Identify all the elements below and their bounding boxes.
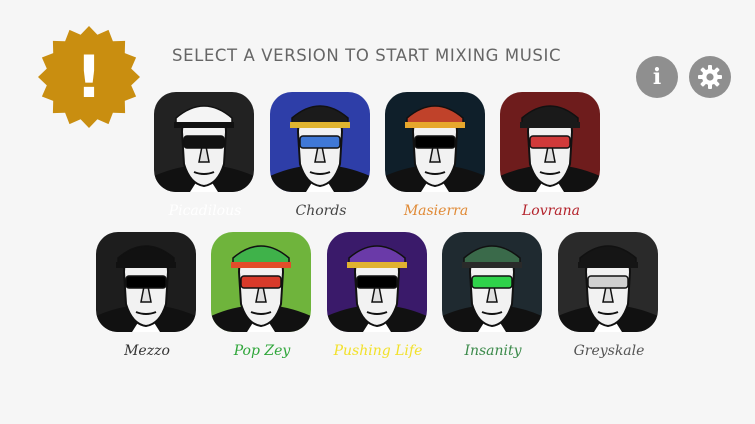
character-avatar	[211, 232, 311, 332]
badge-glyph: !	[76, 43, 102, 111]
info-button[interactable]: i	[636, 56, 678, 98]
alert-badge[interactable]: !	[37, 25, 141, 129]
version-label: Chords	[295, 203, 347, 219]
character-avatar	[270, 92, 370, 192]
version-tile[interactable]: Pushing Life	[327, 232, 429, 360]
page-title: SELECT A VERSION TO START MIXING MUSIC	[172, 46, 562, 65]
version-label: Masierra	[403, 203, 469, 219]
version-tile[interactable]: Pop Zey	[211, 232, 313, 360]
version-label: Pushing Life	[333, 343, 423, 359]
version-tile[interactable]: Mezzo	[96, 232, 198, 360]
settings-button[interactable]	[689, 56, 731, 98]
version-tile[interactable]: Greyskale	[558, 232, 660, 360]
version-label: Mezzo	[124, 343, 170, 359]
version-tile[interactable]: Picadilous	[154, 92, 256, 220]
version-label: Picadilous	[168, 203, 242, 219]
character-avatar	[154, 92, 254, 192]
version-label: Pop Zey	[233, 343, 291, 359]
version-label: Insanity	[464, 343, 522, 359]
character-avatar	[558, 232, 658, 332]
character-avatar	[442, 232, 542, 332]
gear-icon	[698, 65, 722, 89]
version-label: Greyskale	[573, 343, 645, 359]
character-avatar	[327, 232, 427, 332]
version-label: Lovrana	[521, 203, 581, 219]
version-tile[interactable]: Insanity	[442, 232, 544, 360]
character-avatar	[96, 232, 196, 332]
version-tile[interactable]: Chords	[270, 92, 372, 220]
exclamation-icon: !	[38, 26, 140, 128]
version-tile[interactable]: Lovrana	[500, 92, 602, 220]
character-avatar	[385, 92, 485, 192]
character-avatar	[500, 92, 600, 192]
info-icon: i	[652, 64, 662, 90]
version-tile[interactable]: Masierra	[385, 92, 487, 220]
